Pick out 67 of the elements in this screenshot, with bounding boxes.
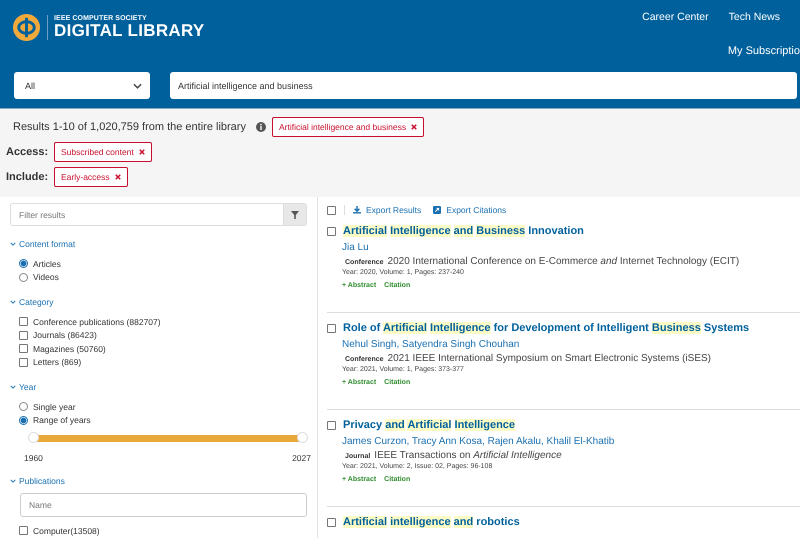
option-label: Conference publications (882707) bbox=[33, 316, 161, 327]
filter-field[interactable]: Filter results bbox=[10, 203, 283, 226]
caret-icon bbox=[133, 82, 142, 88]
checkbox[interactable] bbox=[327, 226, 336, 236]
range-max-label: 2027 bbox=[292, 453, 311, 463]
filter-tag[interactable]: Artificial intelligence and business bbox=[272, 116, 424, 136]
venue-name: 2020 International Conference on E-Commerce and Internet Technology (ECIT) bbox=[388, 256, 740, 267]
logo-icon bbox=[12, 13, 41, 42]
download-icon bbox=[353, 206, 361, 214]
checkbox[interactable] bbox=[19, 526, 28, 536]
slider-thumb[interactable] bbox=[28, 432, 39, 443]
account-link[interactable]: My Subscriptio bbox=[728, 45, 800, 57]
section-heading[interactable]: Publications bbox=[19, 476, 65, 486]
result-title[interactable]: Role of Artificial Intelligence for Development of Intelligent Business Systems bbox=[343, 322, 750, 334]
option-label: Articles bbox=[33, 258, 61, 269]
nav-link[interactable]: Career Center bbox=[642, 11, 709, 23]
checkbox[interactable] bbox=[19, 358, 28, 367]
option-label: Journals (86423) bbox=[33, 330, 97, 340]
funnel-icon bbox=[291, 210, 299, 218]
remove-icon bbox=[114, 174, 121, 180]
option-label: Computer(13508) bbox=[33, 526, 100, 536]
scope-select[interactable]: All bbox=[14, 72, 150, 99]
checkbox[interactable] bbox=[19, 317, 28, 326]
radio-button[interactable] bbox=[19, 402, 28, 412]
export-icon bbox=[433, 206, 442, 214]
option-label: Magazines (50760) bbox=[33, 344, 106, 354]
author-link[interactable]: Nehul Singh, Satyendra Singh Chouhan bbox=[342, 339, 800, 350]
result-title[interactable]: Artificial Intelligence and Business Innovation bbox=[343, 225, 584, 237]
checkbox[interactable] bbox=[327, 420, 336, 430]
section-heading[interactable]: Year bbox=[19, 382, 36, 392]
radio-button[interactable] bbox=[19, 259, 28, 268]
filter-button[interactable] bbox=[283, 203, 307, 226]
venue-name: IEEE Transactions on Artificial Intelligence bbox=[374, 450, 562, 461]
checkbox[interactable] bbox=[19, 344, 28, 354]
option-label: Videos bbox=[33, 272, 59, 282]
option-label: Single year bbox=[33, 402, 76, 412]
nav-link[interactable]: Tech News bbox=[728, 11, 780, 23]
logo-title: DIGITAL LIBRARY bbox=[54, 22, 205, 40]
section-heading[interactable]: Content format bbox=[19, 239, 76, 249]
checkbox[interactable] bbox=[327, 518, 336, 526]
option-label: Letters (869) bbox=[33, 357, 82, 368]
range-min-label: 1960 bbox=[24, 453, 43, 463]
search-field[interactable]: Artificial intelligence and business bbox=[170, 72, 797, 99]
section-heading[interactable]: Category bbox=[19, 297, 54, 307]
author-link[interactable]: Jia Lu bbox=[342, 242, 800, 253]
result-title[interactable]: Artificial intelligence and robotics bbox=[343, 516, 520, 528]
checkbox[interactable] bbox=[327, 206, 336, 214]
info-icon bbox=[256, 122, 266, 132]
results-count: Results 1-10 of 1,020,759 from the entire library bbox=[13, 120, 246, 132]
toolbar-link[interactable]: Export Citations bbox=[433, 205, 506, 215]
filter-tag[interactable]: Subscribed content bbox=[54, 142, 152, 162]
remove-icon bbox=[411, 124, 418, 130]
result-title[interactable]: Privacy and Artificial Intelligence bbox=[343, 419, 516, 431]
radio-button[interactable] bbox=[19, 272, 28, 282]
filter-label: Include: bbox=[6, 170, 48, 182]
checkbox[interactable] bbox=[327, 324, 336, 332]
filter-tag[interactable]: Early-access bbox=[54, 166, 128, 186]
remove-icon bbox=[138, 148, 145, 154]
filter-label: Access: bbox=[6, 146, 48, 158]
name-field[interactable]: Name bbox=[20, 493, 307, 517]
venue-name: 2021 IEEE International Symposium on Smart Electronic Systems (iSES) bbox=[388, 353, 711, 364]
toolbar-link[interactable]: Export Results bbox=[353, 205, 422, 215]
author-link[interactable]: James Curzon, Tracy Ann Kosa, Rajen Akalu, Khalil El-Khatib bbox=[342, 436, 800, 447]
radio-button[interactable] bbox=[19, 416, 28, 425]
checkbox[interactable] bbox=[19, 330, 28, 340]
slider-thumb[interactable] bbox=[297, 432, 308, 443]
option-label: Range of years bbox=[33, 415, 91, 426]
